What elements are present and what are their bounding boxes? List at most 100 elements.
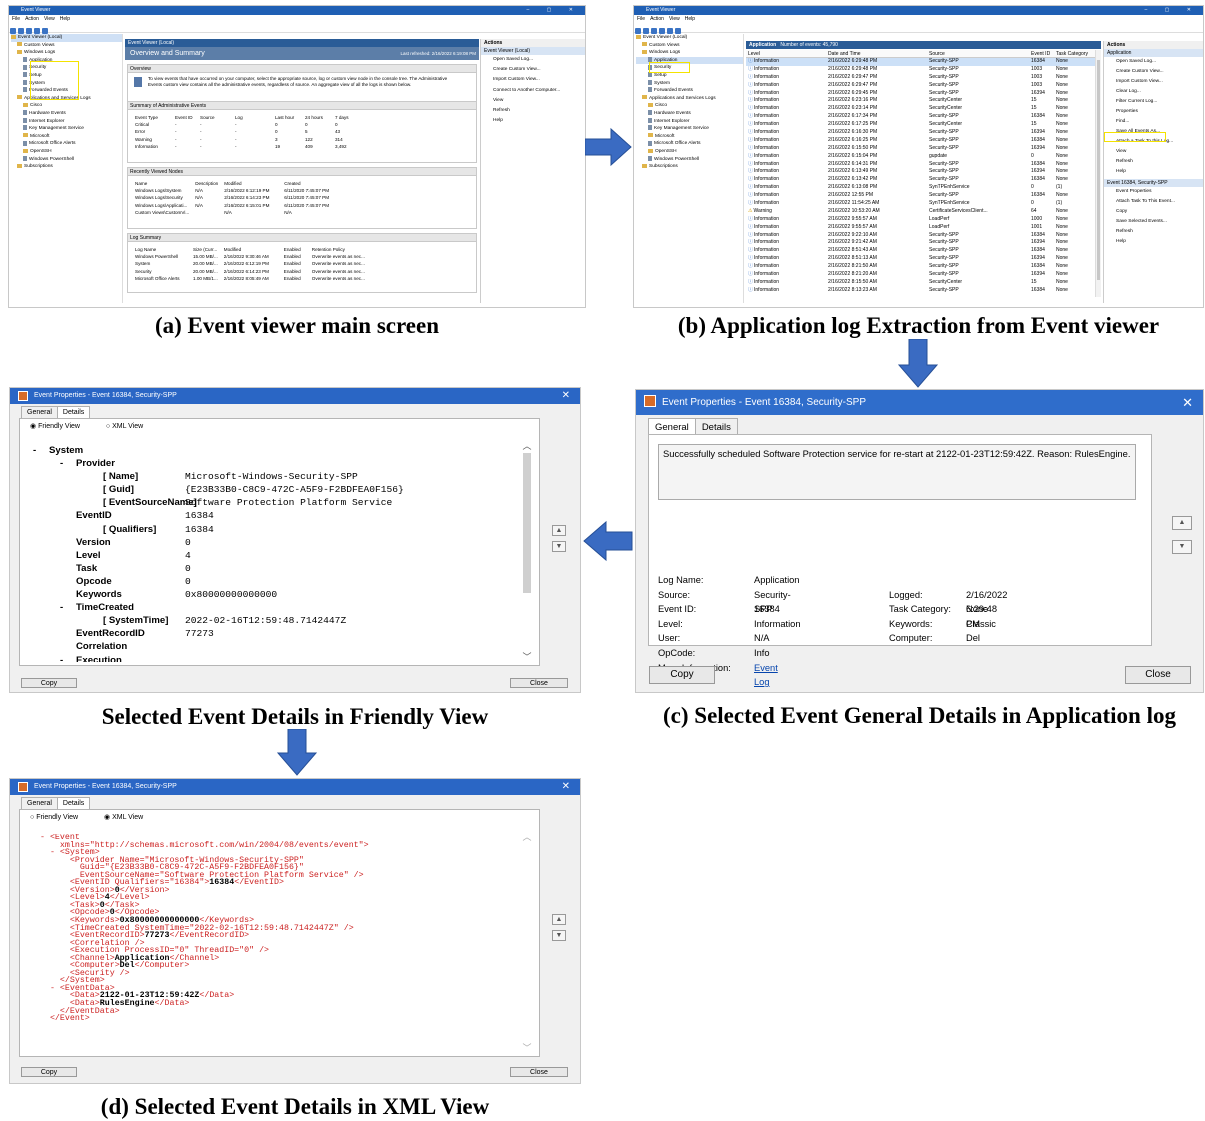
event-row[interactable]: ⓘInformation 2/16/2022 6:14:31 PM Security… xyxy=(746,161,1095,169)
table-row[interactable]: Windows Logs\Applicati... N/A 2/16/2022 6:… xyxy=(132,202,341,209)
tree-node[interactable]: Keywords 0x80000000000000 xyxy=(33,588,518,601)
event-row[interactable]: ⓘInformation 2/16/2022 9:55:57 AM LoadPerf… xyxy=(746,216,1095,224)
tree-node[interactable]: Task 0 xyxy=(33,562,518,575)
column-header[interactable]: Task Category xyxy=(1056,51,1088,57)
tree-item-openssh[interactable]: OpenSSH xyxy=(11,148,122,156)
expander-icon[interactable]: - xyxy=(60,457,76,470)
tree-item-applications-and-services-logs[interactable]: Applications and Services Logs xyxy=(636,95,743,103)
tree-node[interactable]: [ Name] Microsoft-Windows-Security-SPP xyxy=(33,470,518,483)
summary-label[interactable]: Summary of Administrative Events xyxy=(128,102,476,110)
event-row[interactable]: ⓘInformation 2/16/2022 8:51:13 AM Security… xyxy=(746,255,1095,263)
table-row[interactable]: Error - - - 0 5 43 xyxy=(132,128,362,135)
online-help-link[interactable]: Event Log Online Help xyxy=(754,661,781,692)
copy-button[interactable]: Copy xyxy=(21,1067,77,1077)
column-header[interactable]: Size (Curr... xyxy=(190,246,221,253)
event-row[interactable]: ⓘInformation 2/16/2022 8:51:43 AM Security… xyxy=(746,247,1095,255)
close-icon[interactable]: ✕ xyxy=(1182,390,1193,415)
copy-button[interactable]: Copy xyxy=(21,678,77,688)
event-row[interactable]: ⓘInformation 2/16/2022 6:13:49 PM Security… xyxy=(746,168,1095,176)
action-filter-current-log[interactable]: Filter Current Log... xyxy=(1104,97,1203,107)
tree-node[interactable]: - System xyxy=(33,444,518,457)
window-controls[interactable]: – ▢ ✕ xyxy=(527,6,581,15)
scroll-down-icon[interactable]: ﹀ xyxy=(520,650,534,663)
close-button[interactable]: Close xyxy=(510,678,568,688)
tab-details[interactable]: Details xyxy=(56,797,91,809)
event-row[interactable]: ⓘInformation 2/16/2022 9:22:10 AM Security… xyxy=(746,232,1095,240)
tree-item-subscriptions[interactable]: Subscriptions xyxy=(11,163,122,171)
event-row[interactable]: ⓘInformation 2/16/2022 6:15:50 PM Security… xyxy=(746,145,1095,153)
previous-event-button[interactable]: ▲ xyxy=(552,914,566,925)
column-header[interactable]: Date and Time xyxy=(828,51,861,57)
tree-item-internet-explorer[interactable]: Internet Explorer xyxy=(636,117,743,126)
column-header[interactable]: Modified xyxy=(221,246,281,253)
tree-item-microsoft[interactable]: Microsoft xyxy=(636,133,743,141)
column-header[interactable]: Name xyxy=(132,180,192,187)
tree-item-custom-views[interactable]: Custom Views xyxy=(11,42,122,50)
actions-selected-event[interactable]: Event 16384, Security-SPP xyxy=(1104,179,1203,187)
table-row[interactable]: Security 20.00 MB/... 2/16/2022 6:14:23 PM… xyxy=(132,268,379,275)
actions-selected-node[interactable]: Event Viewer (Local) xyxy=(481,47,585,55)
menu-item-view[interactable]: View xyxy=(44,16,55,22)
action-copy[interactable]: Copy xyxy=(1104,207,1203,217)
tree-item-cisco[interactable]: Cisco xyxy=(11,102,122,110)
table-row[interactable]: Custom Views\CustomVi... N/A N/A xyxy=(132,209,341,216)
tree-node[interactable]: - TimeCreated xyxy=(33,601,518,614)
action-open-saved-log[interactable]: Open Saved Log... xyxy=(481,55,585,65)
table-row[interactable]: Information - - - 19 409 3,492 xyxy=(132,143,362,150)
event-row[interactable]: ⓘInformation 2/16/2022 6:29:45 PM Security… xyxy=(746,90,1095,98)
tree-item-hardware-events[interactable]: Hardware Events xyxy=(11,110,122,118)
table-row[interactable]: Critical - - - 0 0 0 xyxy=(132,121,362,128)
action-refresh[interactable]: Refresh xyxy=(1104,157,1203,167)
tree-item-subscriptions[interactable]: Subscriptions xyxy=(636,163,743,171)
column-header[interactable]: Source xyxy=(197,114,232,121)
tab-general[interactable]: General xyxy=(21,797,58,809)
menu-item-file[interactable]: File xyxy=(12,16,20,22)
scroll-up-icon[interactable]: ︿ xyxy=(520,830,534,843)
action-help[interactable]: Help xyxy=(481,116,585,126)
event-row[interactable]: ⓘInformation 2/16/2022 6:13:42 PM Security… xyxy=(746,176,1095,184)
event-row[interactable]: ⓘInformation 2/16/2022 9:55:57 AM LoadPerf… xyxy=(746,224,1095,232)
actions-selected-log[interactable]: Application xyxy=(1104,49,1203,57)
column-header[interactable]: Log Name xyxy=(132,246,190,253)
action-create-custom-view[interactable]: Create Custom View... xyxy=(1104,67,1203,77)
table-row[interactable]: Warning - - - 3 122 314 xyxy=(132,136,362,143)
next-event-button[interactable]: ▼ xyxy=(552,541,566,552)
next-event-button[interactable]: ▼ xyxy=(552,930,566,941)
event-row[interactable]: ⓘInformation 2/16/2022 6:15:04 PM gupdate 0… xyxy=(746,153,1095,161)
close-button[interactable]: Close xyxy=(1125,666,1191,684)
column-header[interactable]: Enabled xyxy=(281,246,309,253)
menu-item-action[interactable]: Action xyxy=(650,16,664,22)
table-row[interactable]: Windows Logs\Security N/A 2/16/2022 6:14:2… xyxy=(132,194,341,201)
event-row[interactable]: ⓘInformation 2/16/2022 6:17:25 PM Security… xyxy=(746,121,1095,129)
event-row[interactable]: ⚠Warning 2/16/2022 10:53:20 AM Certificate… xyxy=(746,208,1095,216)
next-event-button[interactable]: ▼ xyxy=(1172,540,1192,554)
tree-item-microsoft[interactable]: Microsoft xyxy=(11,133,122,141)
column-header[interactable]: Description xyxy=(192,180,221,187)
column-header[interactable]: 7 days xyxy=(332,114,362,121)
column-header[interactable]: Event ID xyxy=(1031,51,1050,57)
action-find[interactable]: Find... xyxy=(1104,117,1203,127)
close-button[interactable]: Close xyxy=(510,1067,568,1077)
action-properties[interactable]: Properties xyxy=(1104,107,1203,117)
tree-item-hardware-events[interactable]: Hardware Events xyxy=(636,110,743,118)
menu-item-view[interactable]: View xyxy=(669,16,680,22)
tree-item-openssh[interactable]: OpenSSH xyxy=(636,148,743,156)
tree-node[interactable]: Level 4 xyxy=(33,549,518,562)
event-row[interactable]: ⓘInformation 2/16/2022 6:29:48 PM Security… xyxy=(746,58,1095,66)
column-header[interactable]: Source xyxy=(929,51,945,57)
action-clear-log[interactable]: Clear Log... xyxy=(1104,87,1203,97)
event-row[interactable]: ⓘInformation 2/16/2022 11:54:25 AM SynTPEn… xyxy=(746,200,1095,208)
action-attach-task-to-this-event[interactable]: Attach Task To This Event... xyxy=(1104,197,1203,207)
menu-item-help[interactable]: Help xyxy=(685,16,695,22)
tree-node[interactable]: Correlation xyxy=(33,640,518,653)
tree-node[interactable]: - Execution xyxy=(33,654,518,663)
tree-item-microsoft-office-alerts[interactable]: Microsoft Office Alerts xyxy=(636,140,743,148)
close-icon[interactable]: ✕ xyxy=(562,388,570,404)
events-scrollbar[interactable] xyxy=(1095,50,1101,297)
xml-view-radio[interactable]: ○ XML View xyxy=(106,423,143,430)
event-row[interactable]: ⓘInformation 2/16/2022 6:16:25 PM Security… xyxy=(746,137,1095,145)
table-row[interactable]: System 20.00 MB/... 2/16/2022 6:12:19 PM En… xyxy=(132,260,379,267)
event-row[interactable]: ⓘInformation 2/16/2022 6:23:14 PM Security… xyxy=(746,105,1095,113)
event-row[interactable]: ⓘInformation 2/16/2022 6:29:47 PM Security… xyxy=(746,82,1095,90)
expander-icon[interactable]: - xyxy=(33,444,49,457)
